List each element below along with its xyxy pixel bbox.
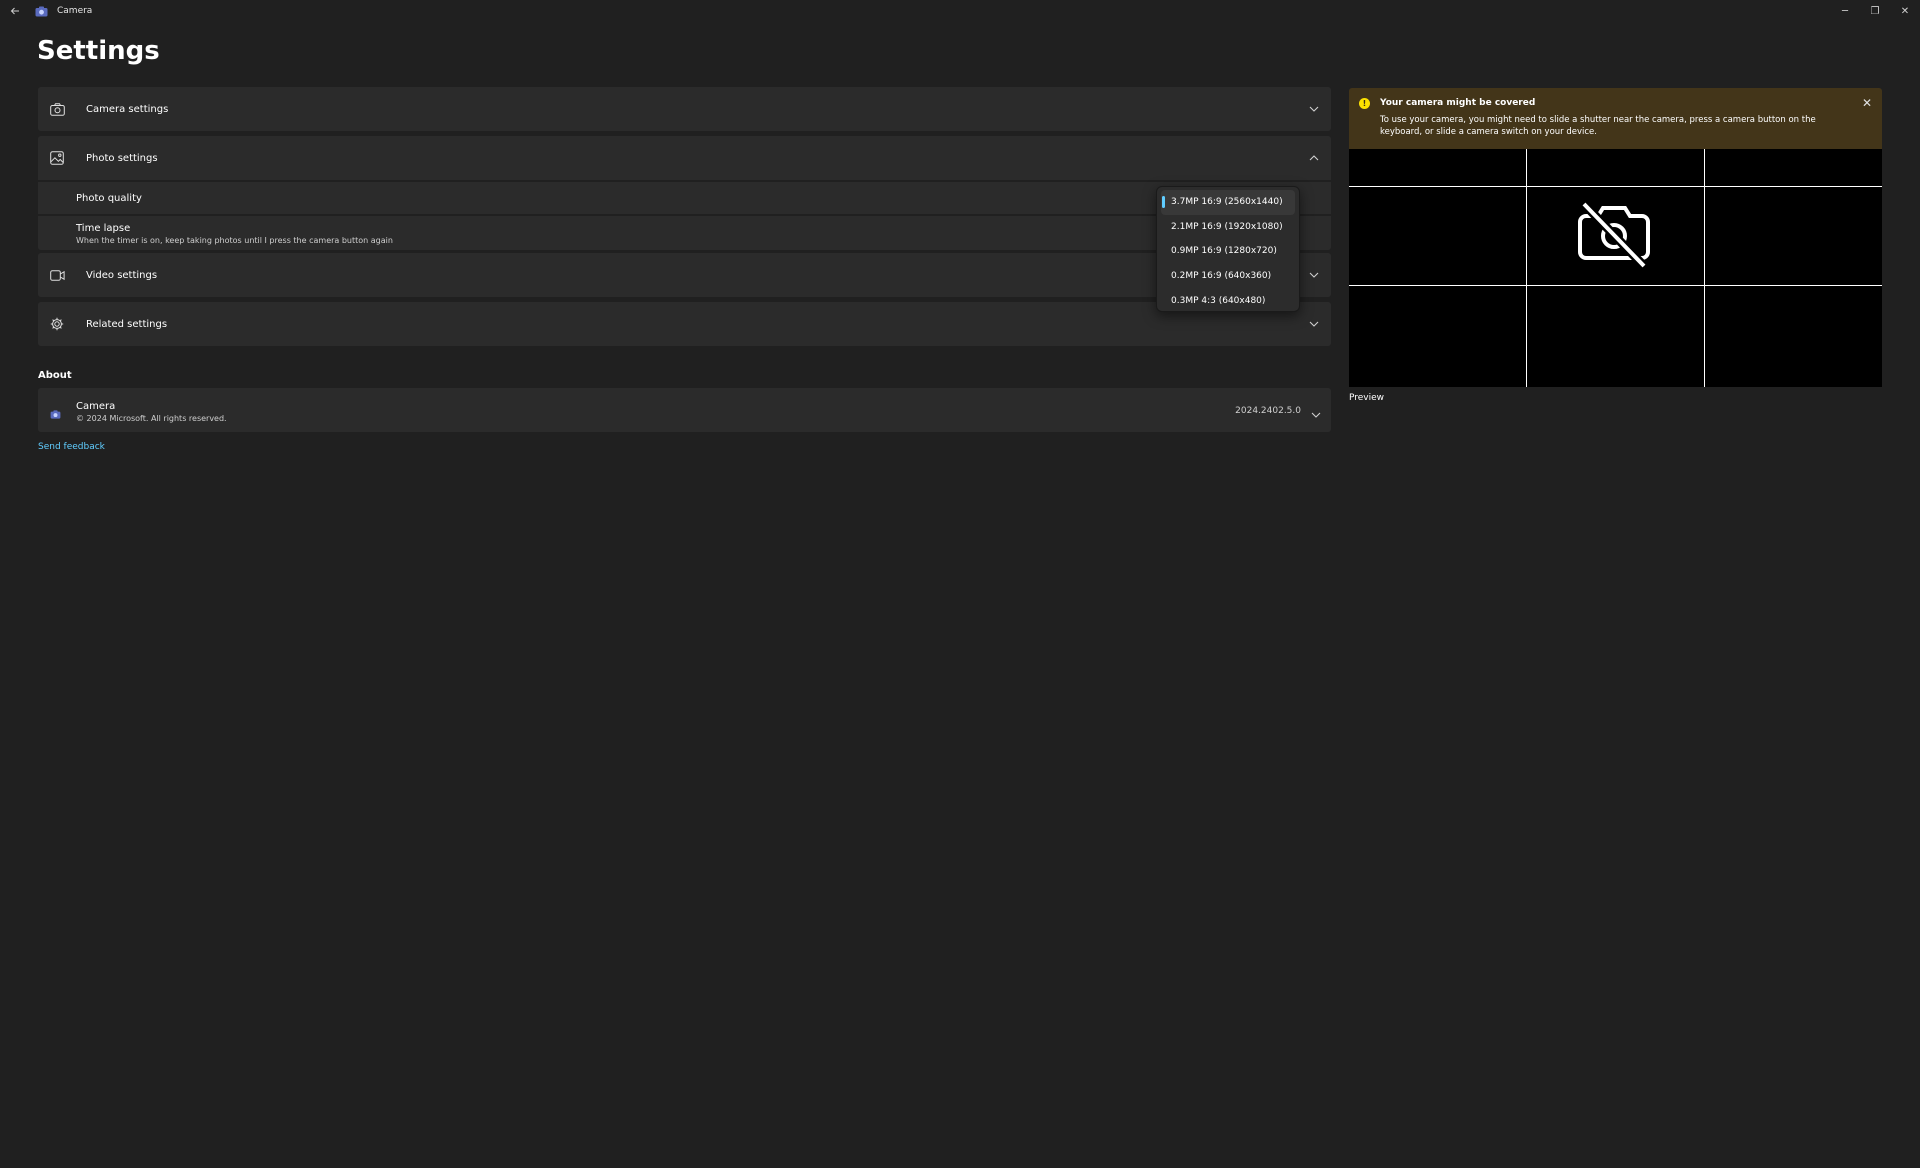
time-lapse-row: Time lapse When the timer is on, keep ta… xyxy=(38,216,1331,250)
time-lapse-label: Time lapse xyxy=(76,223,131,234)
title-bar: Camera ─ ❐ ✕ xyxy=(0,0,1920,22)
photo-quality-dropdown[interactable]: 3.7MP 16:9 (2560x1440) 2.1MP 16:9 (1920x… xyxy=(1156,186,1300,312)
chevron-down-icon xyxy=(1307,102,1321,116)
grid-line xyxy=(1526,149,1527,387)
banner-title: Your camera might be covered xyxy=(1380,98,1536,108)
photo-settings-expander[interactable]: Photo settings xyxy=(38,136,1331,180)
photo-quality-option[interactable]: 0.9MP 16:9 (1280x720) xyxy=(1161,239,1295,264)
photo-quality-label: Photo quality xyxy=(76,193,142,204)
video-settings-expander[interactable]: Video settings xyxy=(38,253,1331,297)
chevron-down-icon xyxy=(1307,317,1321,331)
camera-app-icon xyxy=(50,404,61,423)
banner-message: To use your camera, you might need to sl… xyxy=(1380,115,1816,137)
video-settings-label: Video settings xyxy=(86,269,158,281)
minimize-button[interactable]: ─ xyxy=(1830,0,1860,22)
close-window-button[interactable]: ✕ xyxy=(1890,0,1920,22)
warning-icon: ! xyxy=(1359,98,1370,109)
photo-quality-option[interactable]: 3.7MP 16:9 (2560x1440) xyxy=(1161,190,1295,215)
camera-settings-label: Camera settings xyxy=(86,103,169,115)
about-app-name: Camera xyxy=(76,401,116,412)
chevron-down-icon xyxy=(1311,403,1321,422)
grid-line xyxy=(1349,285,1882,286)
related-settings-expander[interactable]: Related settings xyxy=(38,302,1331,346)
photo-settings-label: Photo settings xyxy=(86,152,158,164)
camera-app-icon xyxy=(34,5,48,17)
about-expander[interactable]: Camera © 2024 Microsoft. All rights rese… xyxy=(38,388,1331,432)
about-copyright: © 2024 Microsoft. All rights reserved. xyxy=(76,414,227,423)
photo-quality-option[interactable]: 0.2MP 16:9 (640x360) xyxy=(1161,264,1295,289)
camera-icon xyxy=(50,102,86,116)
related-settings-label: Related settings xyxy=(86,318,168,330)
photo-quality-row: Photo quality xyxy=(38,182,1331,214)
chevron-down-icon xyxy=(1307,268,1321,282)
preview-label: Preview xyxy=(1349,393,1385,403)
back-arrow-icon xyxy=(10,7,19,15)
send-feedback-link[interactable]: Send feedback xyxy=(38,442,105,452)
photo-quality-option[interactable]: 2.1MP 16:9 (1920x1080) xyxy=(1161,215,1295,240)
image-icon xyxy=(50,151,86,165)
chevron-up-icon xyxy=(1307,151,1321,165)
app-version: 2024.2402.5.0 xyxy=(1235,406,1301,416)
grid-line xyxy=(1349,186,1882,187)
grid-line xyxy=(1704,149,1705,387)
window-title: Camera xyxy=(57,6,93,16)
camera-settings-expander[interactable]: Camera settings xyxy=(38,87,1331,131)
back-button[interactable] xyxy=(0,0,30,22)
camera-preview xyxy=(1349,149,1882,387)
camera-covered-banner: ! Your camera might be covered To use yo… xyxy=(1349,88,1882,149)
banner-close-button[interactable]: ✕ xyxy=(1862,96,1872,110)
photo-quality-option[interactable]: 0.3MP 4:3 (640x480) xyxy=(1161,288,1295,313)
about-heading: About xyxy=(38,370,72,381)
video-icon xyxy=(50,269,86,281)
camera-off-icon xyxy=(1576,200,1652,274)
time-lapse-description: When the timer is on, keep taking photos… xyxy=(76,236,393,245)
page-title: Settings xyxy=(37,36,160,66)
gear-icon xyxy=(50,317,86,331)
maximize-button[interactable]: ❐ xyxy=(1860,0,1890,22)
